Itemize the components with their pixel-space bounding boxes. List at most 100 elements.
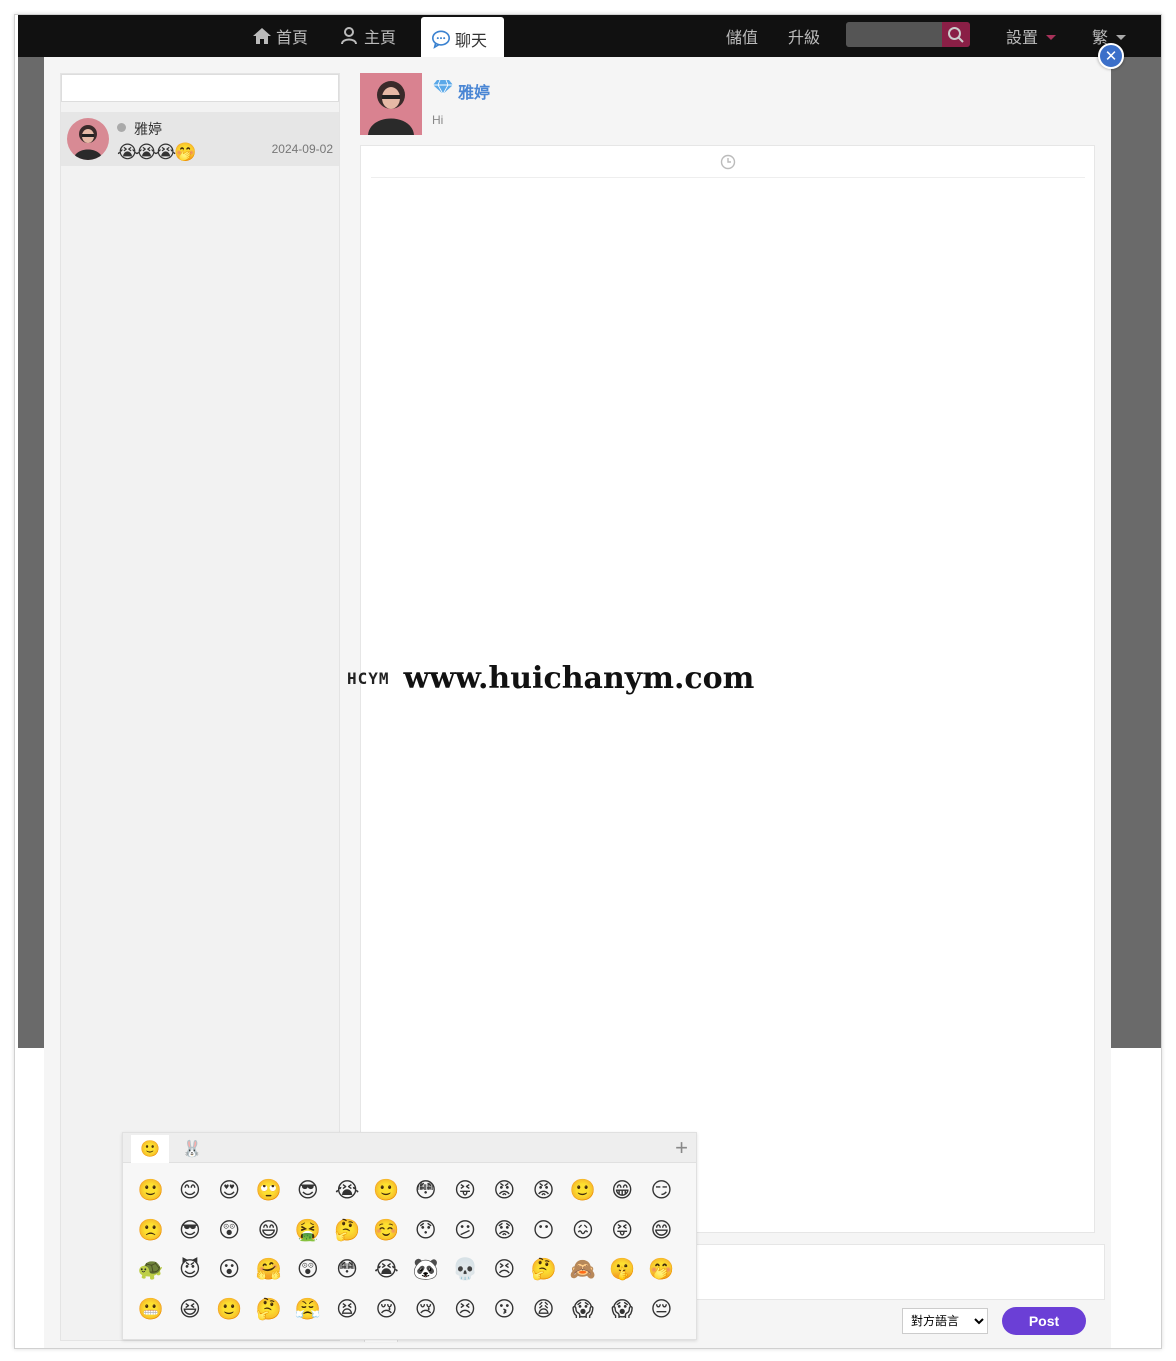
- conversation-date: 2024-09-02: [271, 142, 333, 156]
- emoji-cell[interactable]: 😗: [485, 1290, 524, 1330]
- emoji-cell[interactable]: 😄: [249, 1211, 288, 1251]
- emoji-cell[interactable]: ☺️: [367, 1211, 406, 1251]
- conversation-name: 雅婷: [134, 121, 162, 137]
- emoji-cell[interactable]: 🤔: [327, 1211, 366, 1251]
- emoji-cell[interactable]: 😤: [288, 1290, 327, 1330]
- emoji-cell[interactable]: 😖: [563, 1211, 602, 1251]
- target-language-select[interactable]: 對方語言: [902, 1308, 988, 1334]
- contact-subtitle: Hi: [432, 113, 444, 127]
- emoji-cell[interactable]: 🙂: [367, 1171, 406, 1211]
- nav-home-label: 首頁: [276, 30, 309, 47]
- nav-main[interactable]: 主頁: [340, 23, 396, 49]
- emoji-cell[interactable]: 🤭: [642, 1250, 681, 1290]
- emoji-grid: 🙂 😊 😍 🙄 😎 😭 🙂 😳 😝 😡 😡 🙂 😁 😏 🙁 😎 😲 😄 🤮 🤔 ☺️ 😯 😕 😟 😶 😖 😝 😄 🐢 😈 😮 🤗 😲 😳 😭 🐼 💀 😣 🤔…: [131, 1171, 691, 1329]
- conversation-search-input[interactable]: [61, 74, 339, 102]
- emoji-cell[interactable]: 😡: [524, 1171, 563, 1211]
- emoji-cell[interactable]: 🤗: [249, 1250, 288, 1290]
- emoji-cell[interactable]: 🙂: [210, 1290, 249, 1330]
- emoji-cell[interactable]: 😝: [603, 1211, 642, 1251]
- emoji-cell[interactable]: 🤔: [249, 1290, 288, 1330]
- emoji-cell[interactable]: 🤫: [603, 1250, 642, 1290]
- emoji-cell[interactable]: 🙄: [249, 1171, 288, 1211]
- add-emoji-pack-button[interactable]: +: [675, 1135, 688, 1161]
- emoji-cell[interactable]: 🐢: [131, 1250, 170, 1290]
- emoji-cell[interactable]: 😱: [603, 1290, 642, 1330]
- emoji-cell[interactable]: 😎: [288, 1171, 327, 1211]
- conversation-item[interactable]: 雅婷 😭😭😭🤭 2024-09-02: [61, 112, 339, 166]
- avatar: [67, 118, 109, 160]
- emoji-cell[interactable]: 🤔: [524, 1250, 563, 1290]
- emoji-cell[interactable]: 😬: [131, 1290, 170, 1330]
- emoji-cell[interactable]: 😮: [210, 1250, 249, 1290]
- emoji-cell[interactable]: 😎: [170, 1211, 209, 1251]
- emoji-cell[interactable]: 😄: [642, 1211, 681, 1251]
- emoji-cell[interactable]: 😡: [485, 1171, 524, 1211]
- chat-modal: 雅婷 😭😭😭🤭 2024-09-02 雅婷 Hi 對方語言 Post 🙂 🐰 +…: [44, 57, 1111, 1348]
- nav-chat-tab[interactable]: 聊天: [421, 17, 504, 57]
- search-icon: [948, 26, 964, 43]
- emoji-cell[interactable]: 😏: [642, 1171, 681, 1211]
- emoji-cell[interactable]: 😲: [288, 1250, 327, 1290]
- emoji-cell[interactable]: 😁: [603, 1171, 642, 1211]
- emoji-cell[interactable]: 😢: [367, 1290, 406, 1330]
- emoji-cell[interactable]: 🙈: [563, 1250, 602, 1290]
- close-modal-button[interactable]: ✕: [1098, 43, 1124, 69]
- contact-name[interactable]: 雅婷: [458, 79, 490, 103]
- nav-upgrade[interactable]: 升級: [788, 23, 820, 49]
- browser-frame: 首頁 主頁 聊天 儲值 升級 設置 繁 ✕ 雅婷 😭😭😭🤭 2024-09-02…: [14, 14, 1162, 1349]
- emoji-cell[interactable]: 💀: [445, 1250, 484, 1290]
- emoji-cell[interactable]: 😝: [445, 1171, 484, 1211]
- emoji-cell[interactable]: 😱: [563, 1290, 602, 1330]
- emoji-cell[interactable]: 😆: [170, 1290, 209, 1330]
- emoji-cell[interactable]: 😲: [210, 1211, 249, 1251]
- emoji-cell[interactable]: 😔: [642, 1290, 681, 1330]
- emoji-cell[interactable]: 😈: [170, 1250, 209, 1290]
- emoji-cell[interactable]: 😣: [445, 1290, 484, 1330]
- top-search-input[interactable]: [846, 22, 942, 47]
- emoji-tab-rabbit[interactable]: 🐰: [173, 1135, 211, 1163]
- emoji-cell[interactable]: 🙁: [131, 1211, 170, 1251]
- emoji-cell[interactable]: 😭: [367, 1250, 406, 1290]
- emoji-cell[interactable]: 😫: [327, 1290, 366, 1330]
- emoji-cell[interactable]: 😟: [485, 1211, 524, 1251]
- emoji-cell[interactable]: 😯: [406, 1211, 445, 1251]
- emoji-tab-default[interactable]: 🙂: [131, 1135, 169, 1163]
- offline-status-dot: [117, 123, 126, 132]
- emoji-cell[interactable]: 😭: [327, 1171, 366, 1211]
- top-search-box: [846, 22, 970, 47]
- emoji-cell[interactable]: 😊: [170, 1171, 209, 1211]
- emoji-cell[interactable]: 😳: [406, 1171, 445, 1211]
- nav-settings-dropdown[interactable]: 設置: [1006, 23, 1057, 49]
- emoji-cell[interactable]: 😩: [524, 1290, 563, 1330]
- top-navigation-bar: 首頁 主頁 聊天 儲值 升級 設置 繁: [18, 15, 1161, 57]
- emoji-cell[interactable]: 🐼: [406, 1250, 445, 1290]
- chevron-down-icon: [1046, 35, 1057, 40]
- nav-settings-label: 設置: [1006, 30, 1039, 47]
- emoji-cell[interactable]: 🙂: [563, 1171, 602, 1211]
- chevron-down-icon: [1116, 35, 1127, 40]
- nav-recharge[interactable]: 儲值: [726, 23, 758, 49]
- timestamp-divider: [371, 146, 1085, 178]
- emoji-cell[interactable]: 😢: [406, 1290, 445, 1330]
- emoji-cell[interactable]: 🙂: [131, 1171, 170, 1211]
- top-search-button[interactable]: [942, 22, 970, 47]
- watermark-url: www.huichanym.com: [403, 661, 755, 696]
- emoji-cell[interactable]: 😶: [524, 1211, 563, 1251]
- clock-icon: [720, 154, 736, 169]
- chat-bubble-icon: [432, 29, 450, 49]
- nav-upgrade-label: 升級: [788, 30, 821, 47]
- conversation-preview: 😭😭😭🤭: [117, 142, 197, 162]
- emoji-cell[interactable]: 😍: [210, 1171, 249, 1211]
- nav-home[interactable]: 首頁: [252, 23, 308, 49]
- nav-main-label: 主頁: [364, 30, 397, 47]
- emoji-tabs: 🙂 🐰 +: [123, 1133, 696, 1163]
- emoji-cell[interactable]: 😣: [485, 1250, 524, 1290]
- emoji-cell[interactable]: 😕: [445, 1211, 484, 1251]
- contact-avatar[interactable]: [360, 73, 422, 135]
- emoji-cell[interactable]: 😳: [327, 1250, 366, 1290]
- emoji-picker: 🙂 🐰 + 🙂 😊 😍 🙄 😎 😭 🙂 😳 😝 😡 😡 🙂 😁 😏 🙁 😎 😲 😄 🤮 🤔 ☺️ 😯 😕 😟 😶 😖 😝 😄 🐢 😈 😮 🤗 😲…: [122, 1132, 697, 1340]
- user-icon: [341, 27, 357, 45]
- emoji-cell[interactable]: 🤮: [288, 1211, 327, 1251]
- diamond-icon: [433, 79, 453, 95]
- post-button[interactable]: Post: [1002, 1307, 1086, 1335]
